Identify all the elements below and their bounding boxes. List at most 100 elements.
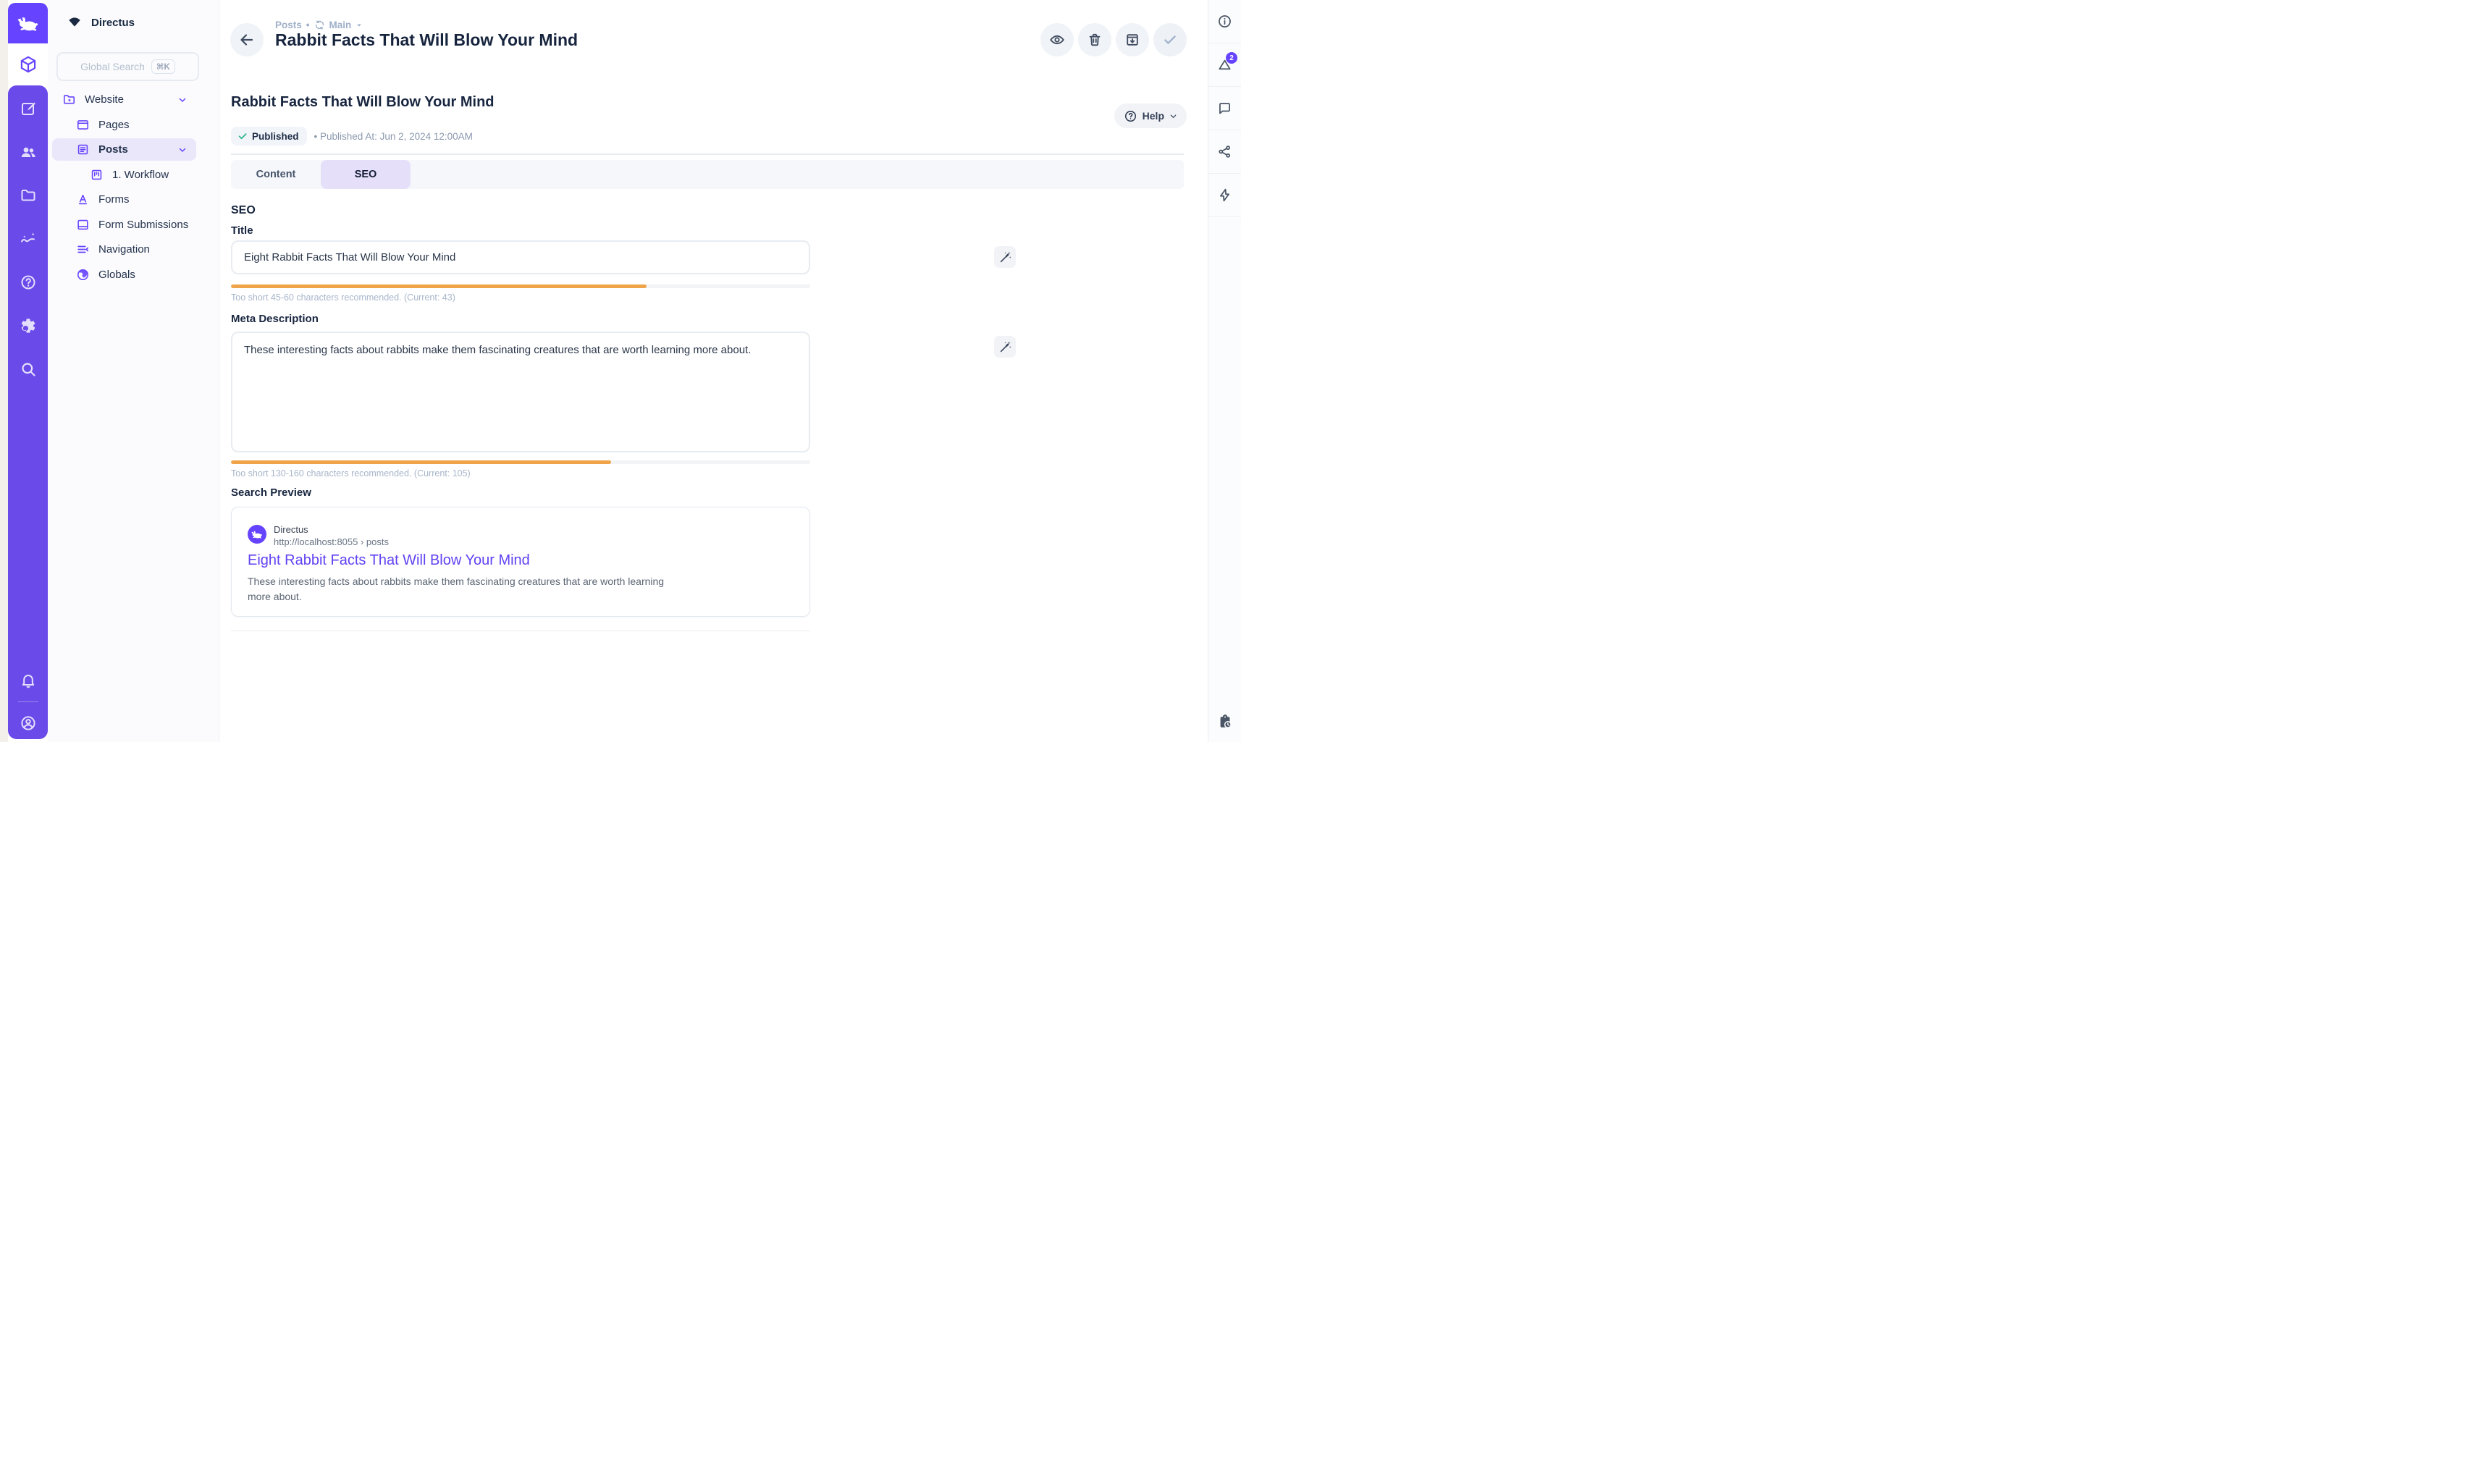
breadcrumb-collection[interactable]: Posts [275,20,302,30]
notifications-icon[interactable] [20,672,37,689]
module-bar [8,85,48,739]
save-button[interactable] [1153,23,1187,56]
nav-item-form-submissions[interactable]: Form Submissions [52,214,196,236]
account-circle-icon[interactable] [20,714,37,732]
project-logo-icon [67,14,83,30]
preview-url: http://localhost:8055 › posts [274,536,389,547]
inbox-icon [76,218,90,232]
search-preview-label: Search Preview [231,486,311,499]
tab-content[interactable]: Content [231,160,321,189]
preview-result-description: These interesting facts about rabbits ma… [248,574,675,604]
folder-star-icon [62,93,76,106]
flows-sidebar-button[interactable] [1208,174,1241,217]
letter-a-icon [76,193,90,206]
meta-length-progress [231,460,810,464]
title-helper-text: Too short 45-60 characters recommended. … [231,292,455,303]
archive-button[interactable] [1116,23,1149,56]
edit-module-icon[interactable] [20,100,37,117]
nav-item-label: 1. Workflow [112,169,169,181]
users-module-icon[interactable] [20,143,37,161]
auto-generate-meta-button[interactable] [994,336,1016,358]
status-row: Published • Published At: Jun 2, 2024 12… [231,127,473,146]
sidebar-spacer [1208,217,1241,701]
tab-seo[interactable]: SEO [321,160,411,189]
nav-item-posts[interactable]: Posts [52,138,196,161]
nav-item-label: Posts [98,143,128,156]
nav-item-pages[interactable]: Pages [52,114,196,136]
article-icon [76,143,90,156]
meta-description-textarea[interactable]: These interesting facts about rabbits ma… [231,332,810,452]
help-button[interactable]: Help [1114,104,1187,128]
help-module-icon[interactable] [20,274,37,291]
preview-button[interactable] [1040,23,1074,56]
right-sidebar: 2 [1208,0,1241,742]
published-at-text: • Published At: Jun 2, 2024 12:00AM [314,131,473,142]
site-avatar [248,525,266,544]
archive-icon [1124,32,1140,48]
comments-sidebar-button[interactable] [1208,87,1241,130]
files-module-icon[interactable] [20,187,37,204]
version-sync-icon [314,20,325,30]
nav-item-forms[interactable]: Forms [52,188,196,211]
nav-item-workflow[interactable]: 1. Workflow [52,164,196,186]
tab-bar: Content SEO [231,160,1184,189]
nav-item-label: Form Submissions [98,219,188,231]
search-module-icon[interactable] [20,361,37,378]
clipboard-clock-icon [1217,714,1233,730]
title-field-label: Title [231,224,253,237]
settings-module-icon[interactable] [20,317,37,334]
comment-icon [1217,101,1232,116]
meta-length-progress-fill [231,460,611,464]
title-length-progress [231,284,810,288]
menu-open-icon [76,243,90,256]
nav-item-navigation[interactable]: Navigation [52,238,196,261]
status-badge: Published [231,127,307,146]
nav-item-website[interactable]: Website [52,88,196,111]
box-icon [19,55,38,74]
chevron-down-icon [1169,112,1177,120]
activity-sidebar-button[interactable] [1208,701,1241,742]
arrow-left-icon [238,31,256,49]
project-row[interactable]: Directus [48,0,219,30]
changes-sidebar-button[interactable]: 2 [1208,43,1241,87]
preview-result-title[interactable]: Eight Rabbit Facts That Will Blow Your M… [248,552,530,569]
chevron-down-icon[interactable] [178,146,187,154]
nav-list: Website Pages Posts 1. Workfl [52,88,196,286]
help-label: Help [1143,110,1164,122]
globe-icon [76,268,90,282]
item-title: Rabbit Facts That Will Blow Your Mind [231,94,495,111]
status-label: Published [252,131,299,142]
info-icon [1217,14,1232,29]
nav-item-globals[interactable]: Globals [52,264,196,286]
directus-logo-button[interactable] [8,3,48,43]
nav-item-label: Website [85,93,124,106]
navigation-panel: Directus Global Search ⌘K Website Pages [48,0,219,742]
search-shortcut-badge: ⌘K [151,59,175,74]
module-content-active[interactable] [8,43,48,85]
header-actions [1040,23,1187,56]
back-button[interactable] [230,23,264,56]
insights-module-icon[interactable] [20,230,37,248]
seo-title-input[interactable] [231,240,810,274]
trash-icon [1087,32,1103,48]
global-search-input[interactable]: Global Search ⌘K [56,52,199,81]
nav-item-label: Navigation [98,243,150,256]
check-icon [1162,32,1178,48]
global-search-placeholder: Global Search [80,61,145,72]
auto-generate-title-button[interactable] [994,246,1016,268]
browser-icon [76,118,90,132]
eye-icon [1049,32,1065,48]
chevron-down-icon[interactable] [178,96,187,104]
check-icon [237,131,248,141]
kanban-icon [90,168,104,182]
delete-button[interactable] [1078,23,1111,56]
breadcrumb[interactable]: Posts • Main [275,20,363,30]
info-sidebar-button[interactable] [1208,0,1241,43]
nav-item-label: Forms [98,193,130,206]
shares-sidebar-button[interactable] [1208,130,1241,174]
chevron-down-icon [356,22,363,29]
breadcrumb-separator: • [306,20,310,30]
seo-section-heading: SEO [231,204,256,217]
magic-wand-icon [998,250,1012,264]
breadcrumb-version[interactable]: Main [329,20,352,30]
